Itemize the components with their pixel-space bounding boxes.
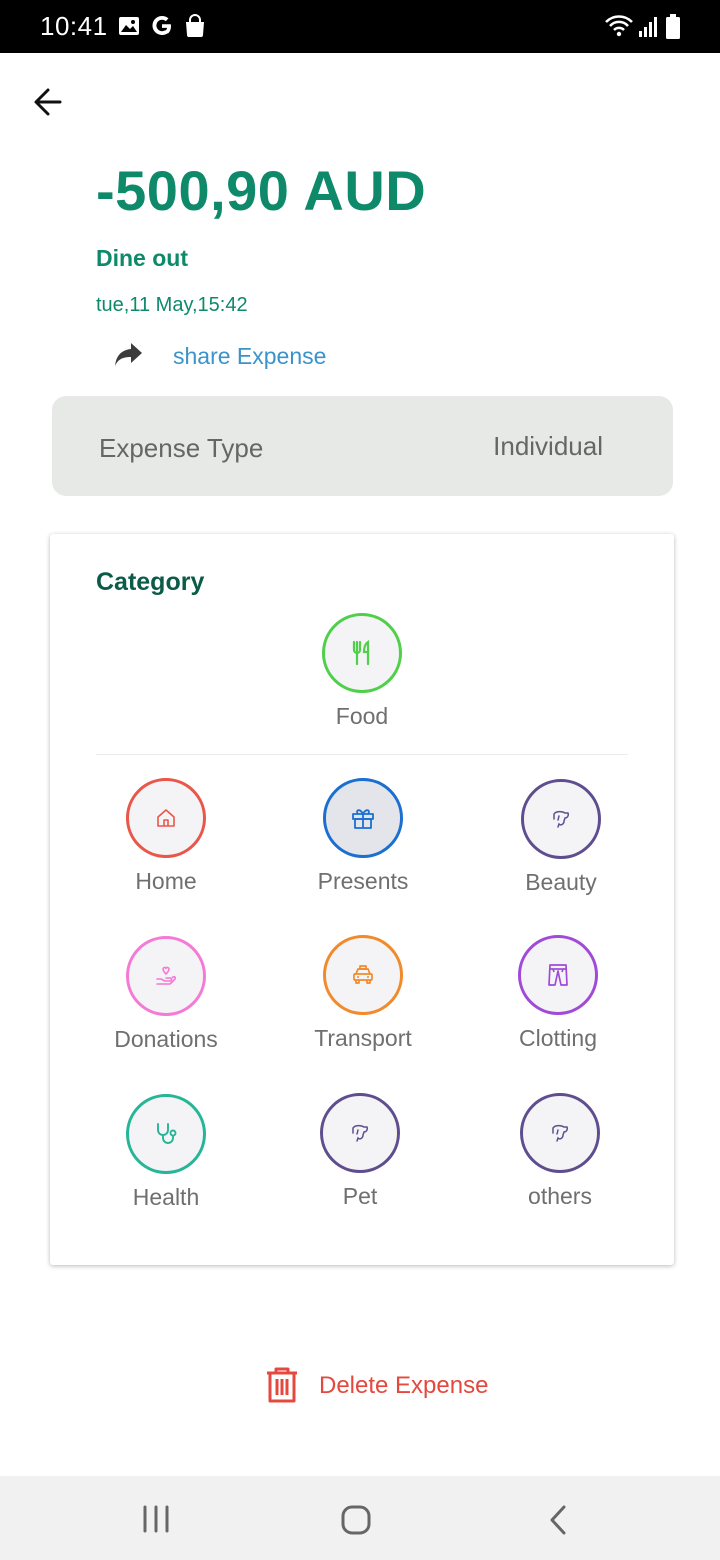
signal-icon <box>638 16 658 43</box>
status-bar: 10:41 <box>0 0 720 53</box>
category-pet[interactable]: Pet <box>280 1093 440 1210</box>
category-home[interactable]: Home <box>86 778 246 895</box>
category-clotting[interactable]: Clotting <box>478 935 638 1052</box>
back-chevron-icon[interactable] <box>546 1504 570 1541</box>
google-icon <box>150 14 174 43</box>
expense-amount: -500,90 AUD <box>96 159 427 222</box>
share-arrow-icon <box>114 340 144 373</box>
status-time: 10:41 <box>40 11 108 41</box>
category-health[interactable]: Health <box>86 1094 246 1211</box>
pants-icon <box>518 935 598 1015</box>
expense-type-label: Expense Type <box>99 433 264 463</box>
delete-expense-button[interactable]: Delete Expense <box>264 1364 504 1408</box>
category-label: Home <box>135 868 197 894</box>
stethoscope-icon <box>126 1094 206 1174</box>
taxi-icon <box>323 935 403 1015</box>
category-label: Transport <box>314 1025 412 1051</box>
category-label: Beauty <box>525 869 597 895</box>
trash-icon <box>264 1366 300 1409</box>
category-label: Donations <box>114 1026 218 1052</box>
fork-knife-icon <box>322 613 402 693</box>
dog-icon <box>320 1093 400 1173</box>
donation-hand-icon <box>126 936 206 1016</box>
arrow-left-icon <box>34 88 62 116</box>
home-icon <box>126 778 206 858</box>
navigation-bar <box>0 1476 720 1560</box>
category-label: Food <box>335 703 389 729</box>
image-icon <box>118 16 140 41</box>
category-transport[interactable]: Transport <box>283 935 443 1052</box>
share-expense-label: share Expense <box>173 343 327 369</box>
category-label: Presents <box>317 868 409 894</box>
shopping-bag-icon <box>184 14 206 43</box>
category-card: Category Food Home Presents Beauty Donat… <box>50 534 674 1265</box>
gift-icon <box>323 778 403 858</box>
wifi-icon <box>604 14 634 45</box>
dog-icon <box>520 1093 600 1173</box>
delete-expense-label: Delete Expense <box>319 1372 489 1399</box>
back-button[interactable] <box>26 80 74 124</box>
category-label: Clotting <box>519 1025 597 1051</box>
expense-datetime: tue,11 May,15:42 <box>96 294 248 316</box>
home-circle-icon[interactable] <box>340 1504 372 1541</box>
category-title: Category <box>96 568 205 596</box>
category-divider <box>96 754 628 755</box>
recent-apps-icon[interactable] <box>142 1504 170 1539</box>
category-label: Pet <box>342 1183 378 1209</box>
category-others[interactable]: others <box>480 1093 640 1210</box>
category-label: others <box>528 1183 592 1209</box>
battery-icon <box>666 14 680 45</box>
dog-icon <box>521 779 601 859</box>
selected-category-food[interactable]: Food <box>282 613 442 730</box>
category-beauty[interactable]: Beauty <box>481 779 641 896</box>
category-label: Health <box>132 1184 200 1210</box>
category-donations[interactable]: Donations <box>86 936 246 1053</box>
share-expense-button[interactable]: share Expense <box>110 336 370 378</box>
expense-type-card[interactable]: Expense Type Individual <box>52 396 673 496</box>
category-presents[interactable]: Presents <box>283 778 443 895</box>
expense-title: Dine out <box>96 245 188 271</box>
expense-type-value: Individual <box>493 431 603 461</box>
